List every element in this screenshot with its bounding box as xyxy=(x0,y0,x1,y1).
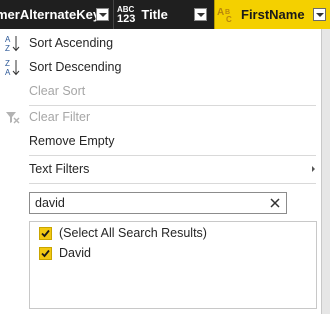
page-scrollbar[interactable] xyxy=(322,29,330,314)
column-header-bar: merAlternateKey ABC 123 Title A B C Firs… xyxy=(0,0,330,29)
sort-descending-icon: Z A xyxy=(5,59,20,76)
clear-search-icon[interactable] xyxy=(267,195,283,211)
list-item-label: (Select All Search Results) xyxy=(59,226,207,240)
menu-separator xyxy=(29,183,316,184)
icon-slot xyxy=(0,158,28,180)
column-header-label: Title xyxy=(141,7,168,22)
column-header-label: FirstName xyxy=(241,7,305,22)
list-item-david[interactable]: David xyxy=(30,243,310,263)
power-query-column-filter: merAlternateKey ABC 123 Title A B C Firs… xyxy=(0,0,330,314)
menu-item-text-filters[interactable]: Text Filters xyxy=(0,158,321,180)
column-header-label: merAlternateKey xyxy=(0,7,101,22)
menu-item-label: Clear Filter xyxy=(29,110,91,124)
column-filter-dropdown-button[interactable] xyxy=(194,8,207,21)
menu-item-clear-filter[interactable]: Clear Filter xyxy=(0,106,321,128)
icon-slot xyxy=(0,106,28,128)
svg-text:A: A xyxy=(5,35,11,44)
menu-item-remove-empty[interactable]: Remove Empty xyxy=(0,130,321,152)
filter-search-input[interactable] xyxy=(30,193,265,213)
column-filter-dropdown-button[interactable] xyxy=(96,8,109,21)
text-type-icon[interactable]: ABC 123 xyxy=(117,5,136,25)
abc-text-type-icon[interactable]: A B C xyxy=(217,6,235,24)
menu-item-label: Sort Descending xyxy=(29,60,122,74)
menu-item-sort-descending[interactable]: Z A Sort Descending xyxy=(0,56,321,78)
icon-slot xyxy=(0,80,28,102)
list-item-label: David xyxy=(59,246,91,260)
icon-slot xyxy=(0,130,28,152)
submenu-arrow-icon xyxy=(312,166,315,172)
menu-item-sort-ascending[interactable]: A Z Sort Ascending xyxy=(0,32,321,54)
icon-slot: A Z xyxy=(0,32,28,54)
column-header-title[interactable]: ABC 123 Title xyxy=(113,0,214,29)
filter-search-box[interactable] xyxy=(29,192,287,214)
type-icon-char-a: A xyxy=(217,6,225,18)
clear-filter-icon xyxy=(6,112,20,124)
menu-separator xyxy=(29,155,316,156)
check-mark-icon xyxy=(41,229,50,237)
type-icon-char-c: C xyxy=(226,14,232,24)
menu-item-label: Text Filters xyxy=(29,162,90,176)
menu-item-clear-sort[interactable]: Clear Sort xyxy=(0,80,321,102)
checkbox-checked-icon[interactable] xyxy=(39,246,52,260)
svg-text:A: A xyxy=(5,68,11,76)
filter-results-list: (Select All Search Results) David xyxy=(29,221,317,309)
menu-item-label: Remove Empty xyxy=(29,134,115,148)
checkbox-checked-icon[interactable] xyxy=(39,226,52,240)
menu-item-label: Clear Sort xyxy=(29,84,86,98)
svg-text:Z: Z xyxy=(5,59,10,68)
icon-slot: Z A xyxy=(0,56,28,78)
list-item-select-all[interactable]: (Select All Search Results) xyxy=(30,223,310,243)
svg-text:Z: Z xyxy=(5,44,10,52)
sort-ascending-icon: A Z xyxy=(5,35,20,52)
column-filter-dropdown-button[interactable] xyxy=(313,8,326,21)
type-icon-bottom-text: 123 xyxy=(117,12,136,25)
check-mark-icon xyxy=(41,249,50,257)
column-header-first-name[interactable]: A B C FirstName xyxy=(214,0,330,29)
column-header-customer-alternate-key[interactable]: merAlternateKey xyxy=(0,0,113,29)
menu-item-label: Sort Ascending xyxy=(29,36,114,50)
